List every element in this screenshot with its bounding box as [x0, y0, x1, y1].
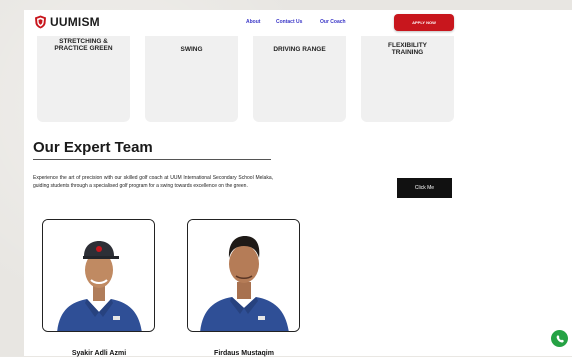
- shield-logo-icon: [35, 15, 46, 29]
- apply-now-button[interactable]: APPLY NOW: [394, 14, 454, 31]
- section-description: Experience the art of precision with our…: [33, 175, 273, 190]
- card-title: STRETCHING & PRACTICE GREEN: [54, 38, 113, 53]
- coach-photo: [43, 220, 154, 331]
- click-me-button[interactable]: Click Me: [397, 178, 452, 198]
- activity-card-flexibility[interactable]: FLEXIBILITY TRAINING: [361, 36, 454, 122]
- card-title: FLEXIBILITY TRAINING: [388, 42, 427, 57]
- activity-card-driving-range[interactable]: DRIVING RANGE: [253, 36, 346, 122]
- activity-card-swing[interactable]: SWING: [145, 36, 238, 122]
- top-navbar: UUMISM About Contact Us Our Coach APPLY …: [24, 10, 572, 36]
- card-title: SWING: [180, 46, 203, 53]
- nav-link-contact-us[interactable]: Contact Us: [276, 19, 302, 25]
- web-page: UUMISM About Contact Us Our Coach APPLY …: [24, 10, 572, 357]
- nav-link-our-coach[interactable]: Our Coach: [320, 19, 346, 25]
- nav-link-about[interactable]: About: [246, 19, 260, 25]
- coach-photo: [188, 220, 299, 331]
- whatsapp-icon: [556, 334, 564, 343]
- coach-photo-card[interactable]: [42, 219, 155, 332]
- card-title: DRIVING RANGE: [273, 46, 326, 53]
- section-divider: [33, 159, 271, 160]
- brand-name: UUMISM: [50, 15, 100, 29]
- coach-photo-card[interactable]: [187, 219, 300, 332]
- activity-card-stretching[interactable]: STRETCHING & PRACTICE GREEN: [37, 36, 130, 122]
- brand-logo[interactable]: UUMISM: [34, 15, 100, 29]
- whatsapp-chat-button[interactable]: [551, 330, 568, 347]
- section-title: Our Expert Team: [33, 139, 153, 156]
